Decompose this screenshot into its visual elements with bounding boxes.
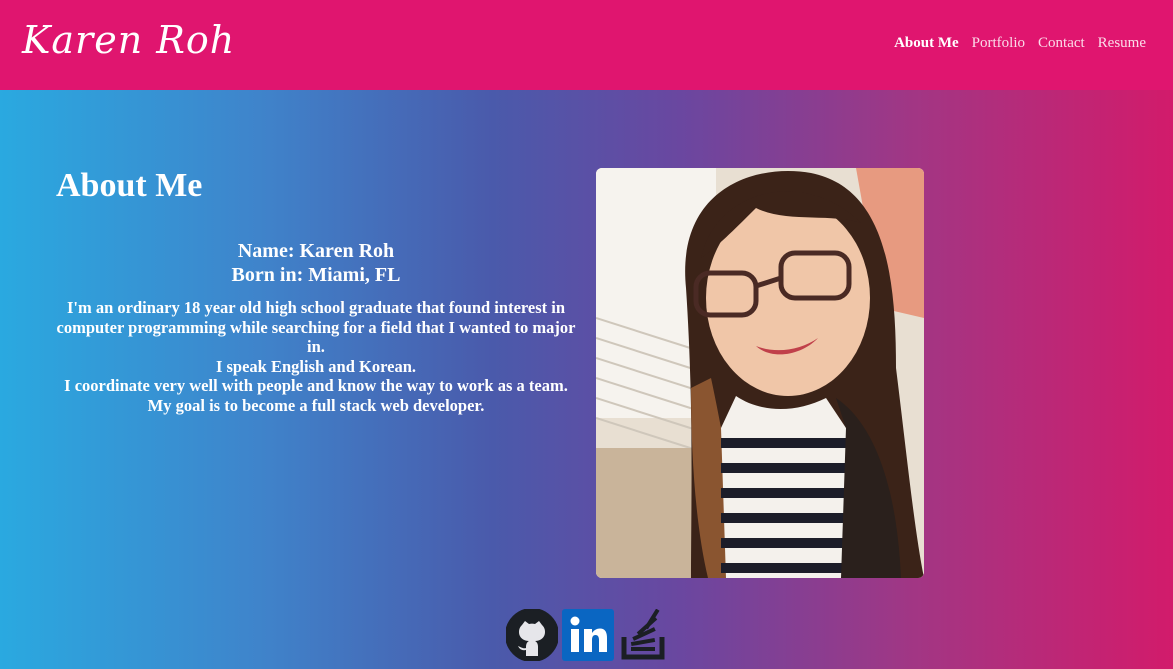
- github-link[interactable]: [505, 608, 559, 662]
- profile-photo: [596, 168, 924, 578]
- stackoverflow-icon: [621, 608, 665, 660]
- nav-contact[interactable]: Contact: [1038, 35, 1085, 52]
- nav-resume[interactable]: Resume: [1098, 35, 1146, 52]
- bio-line: I'm an ordinary 18 year old high school …: [56, 298, 576, 357]
- bio-text: I'm an ordinary 18 year old high school …: [56, 298, 576, 416]
- name-line: Name: Karen Roh: [237, 240, 395, 262]
- stackoverflow-link[interactable]: [618, 608, 670, 661]
- bio-line: I coordinate very well with people and k…: [64, 376, 568, 396]
- navbar: Karen Roh About Me Portfolio Contact Res…: [0, 0, 1173, 90]
- linkedin-icon: [562, 609, 614, 661]
- bio-line: I speak English and Korean.: [215, 356, 417, 376]
- bio-line: My goal is to become a full stack web de…: [147, 395, 485, 415]
- born-line: Born in: Miami, FL: [231, 264, 401, 286]
- nav-links: About Me Portfolio Contact Resume: [894, 35, 1146, 52]
- linkedin-link[interactable]: [562, 609, 614, 661]
- nav-portfolio[interactable]: Portfolio: [972, 35, 1025, 52]
- github-icon: [505, 608, 559, 662]
- brand-logo[interactable]: Karen Roh: [22, 18, 235, 62]
- social-links: [505, 608, 670, 662]
- nav-about-me[interactable]: About Me: [894, 35, 959, 52]
- page-title: About Me: [56, 167, 203, 204]
